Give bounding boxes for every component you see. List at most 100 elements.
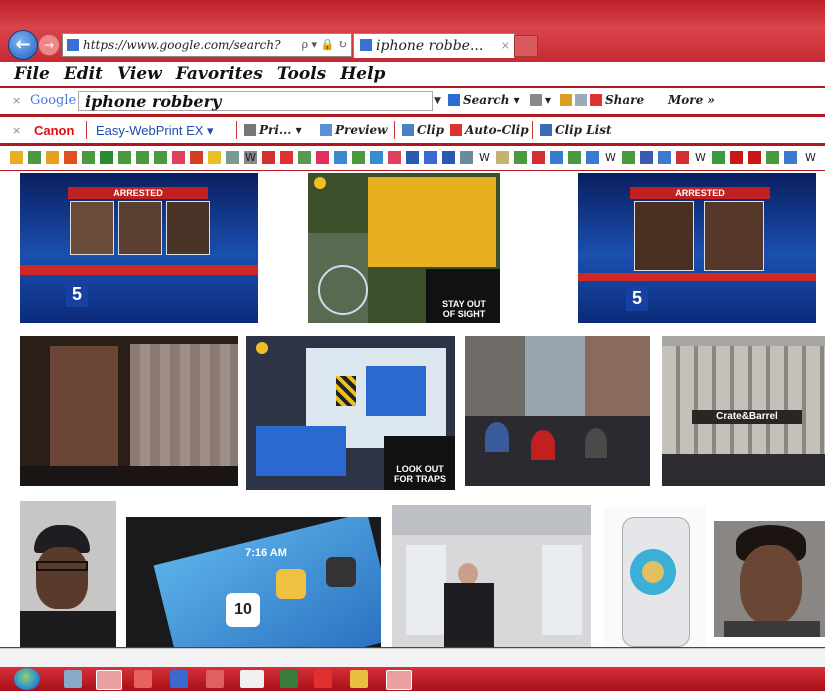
search-history-dropdown-icon[interactable]: ▼ [434, 96, 441, 106]
wikipedia-icon[interactable]: W [694, 151, 707, 164]
taskbar-app-icon[interactable] [386, 670, 412, 690]
menu-tools[interactable]: Tools [277, 64, 326, 84]
taskbar-app-icon[interactable] [280, 670, 298, 688]
favorite-site-icon[interactable] [100, 151, 113, 164]
print-button[interactable]: Pri... ▾ [244, 123, 302, 137]
favorite-site-icon[interactable] [334, 151, 347, 164]
favorite-site-icon[interactable] [676, 151, 689, 164]
google-search-input[interactable]: iphone robbery [78, 91, 433, 111]
taskbar-app-icon[interactable] [206, 670, 224, 688]
taskbar-app-icon[interactable] [134, 670, 152, 688]
favorite-site-icon[interactable] [784, 151, 797, 164]
wikipedia-icon[interactable]: W [244, 151, 257, 164]
menu-file[interactable]: File [14, 64, 50, 84]
preview-button[interactable]: Preview [320, 123, 387, 137]
taskbar-app-icon[interactable] [64, 670, 82, 688]
favorite-site-icon[interactable] [766, 151, 779, 164]
taskbar-app-icon[interactable] [350, 670, 368, 688]
favorite-site-icon[interactable] [658, 151, 671, 164]
print-toolbar-close-icon[interactable]: × [12, 124, 21, 137]
result-image-2[interactable]: STAY OUT OF SIGHT [308, 173, 500, 323]
clip-button[interactable]: Clip [402, 123, 444, 137]
favorite-site-icon[interactable] [28, 151, 41, 164]
share-button[interactable]: Share [560, 93, 644, 107]
auto-clip-button[interactable]: Auto-Clip [450, 123, 529, 137]
result-image-11[interactable] [604, 507, 706, 647]
favorite-site-icon[interactable] [550, 151, 563, 164]
favorite-site-icon[interactable] [82, 151, 95, 164]
favorite-site-icon[interactable] [136, 151, 149, 164]
favorite-site-icon[interactable] [568, 151, 581, 164]
favorite-site-icon[interactable] [298, 151, 311, 164]
favorite-site-icon[interactable] [46, 151, 59, 164]
back-button[interactable]: ← [8, 30, 38, 60]
taskbar-ie-icon[interactable] [96, 670, 122, 690]
new-tab-button[interactable] [514, 35, 538, 57]
tab-search-results[interactable]: iphone robbe... × [353, 33, 515, 58]
result-image-7[interactable]: Crate&Barrel [662, 336, 825, 486]
favorite-site-icon[interactable] [622, 151, 635, 164]
caption-line: LOOK OUT [396, 464, 444, 474]
result-image-12[interactable] [714, 521, 825, 637]
favorite-site-icon[interactable] [496, 151, 509, 164]
easy-webprint-menu[interactable]: Easy-WebPrint EX ▾ [96, 123, 214, 139]
youtube-icon[interactable] [748, 151, 761, 164]
favorite-site-icon[interactable] [280, 151, 293, 164]
game-water [366, 366, 426, 416]
favorite-site-icon[interactable] [460, 151, 473, 164]
result-image-4[interactable] [20, 336, 238, 486]
suspect-coat [444, 583, 494, 647]
google-search-button[interactable]: Search ▾ [448, 93, 520, 107]
wikipedia-icon[interactable]: W [804, 151, 817, 164]
menu-help[interactable]: Help [340, 64, 385, 84]
result-image-5[interactable]: LOOK OUT FOR TRAPS [246, 336, 455, 490]
taskbar-word-icon[interactable] [170, 670, 188, 688]
result-image-9[interactable]: 7:16 AM 10 [126, 517, 381, 647]
menu-view[interactable]: View [117, 64, 162, 84]
favorite-site-icon[interactable] [388, 151, 401, 164]
tab-close-icon[interactable]: × [501, 34, 510, 58]
address-bar[interactable]: https://www.google.com/search? ρ ▾ 🔒 ↻ [62, 33, 352, 57]
forward-button[interactable]: → [38, 34, 60, 56]
wikipedia-icon[interactable]: W [604, 151, 617, 164]
favorite-site-icon[interactable] [172, 151, 185, 164]
favorite-site-icon[interactable] [352, 151, 365, 164]
more-button[interactable]: More » [668, 93, 715, 107]
favorite-site-icon[interactable] [226, 151, 239, 164]
result-image-8[interactable] [20, 501, 116, 647]
result-image-3[interactable]: ARRESTED 5 [578, 173, 816, 323]
favorite-site-icon[interactable] [586, 151, 599, 164]
favorite-site-icon[interactable] [442, 151, 455, 164]
page-menu-button[interactable]: ▾ [530, 93, 551, 107]
favorite-site-icon[interactable] [640, 151, 653, 164]
mugshot-photo [118, 201, 162, 255]
wikipedia-icon[interactable]: W [478, 151, 491, 164]
taskbar-app-icon[interactable] [240, 670, 264, 688]
favorite-site-icon[interactable] [64, 151, 77, 164]
result-image-6[interactable] [465, 336, 650, 486]
google-toolbar-close-icon[interactable]: × [12, 94, 21, 107]
menu-favorites[interactable]: Favorites [176, 64, 263, 84]
favorite-site-icon[interactable] [712, 151, 725, 164]
start-button[interactable] [14, 668, 40, 690]
favorite-site-icon[interactable] [154, 151, 167, 164]
result-image-1[interactable]: ARRESTED 5 [20, 173, 258, 323]
favorite-site-icon[interactable] [532, 151, 545, 164]
menu-bar: File Edit View Favorites Tools Help [0, 62, 825, 86]
favorite-site-icon[interactable] [316, 151, 329, 164]
taskbar-app-icon[interactable] [314, 670, 332, 688]
favorite-site-icon[interactable] [262, 151, 275, 164]
favorites-star-icon[interactable] [10, 151, 23, 164]
favorite-site-icon[interactable] [514, 151, 527, 164]
youtube-icon[interactable] [730, 151, 743, 164]
favorite-site-icon[interactable] [406, 151, 419, 164]
favorite-site-icon[interactable] [208, 151, 221, 164]
favorite-site-icon[interactable] [190, 151, 203, 164]
clip-list-button[interactable]: Clip List [540, 123, 612, 137]
result-image-10[interactable] [392, 505, 591, 647]
menu-edit[interactable]: Edit [64, 64, 103, 84]
favorite-site-icon[interactable] [370, 151, 383, 164]
favorite-site-icon[interactable] [424, 151, 437, 164]
address-controls[interactable]: ρ ▾ 🔒 ↻ [302, 34, 347, 56]
favorite-site-icon[interactable] [118, 151, 131, 164]
